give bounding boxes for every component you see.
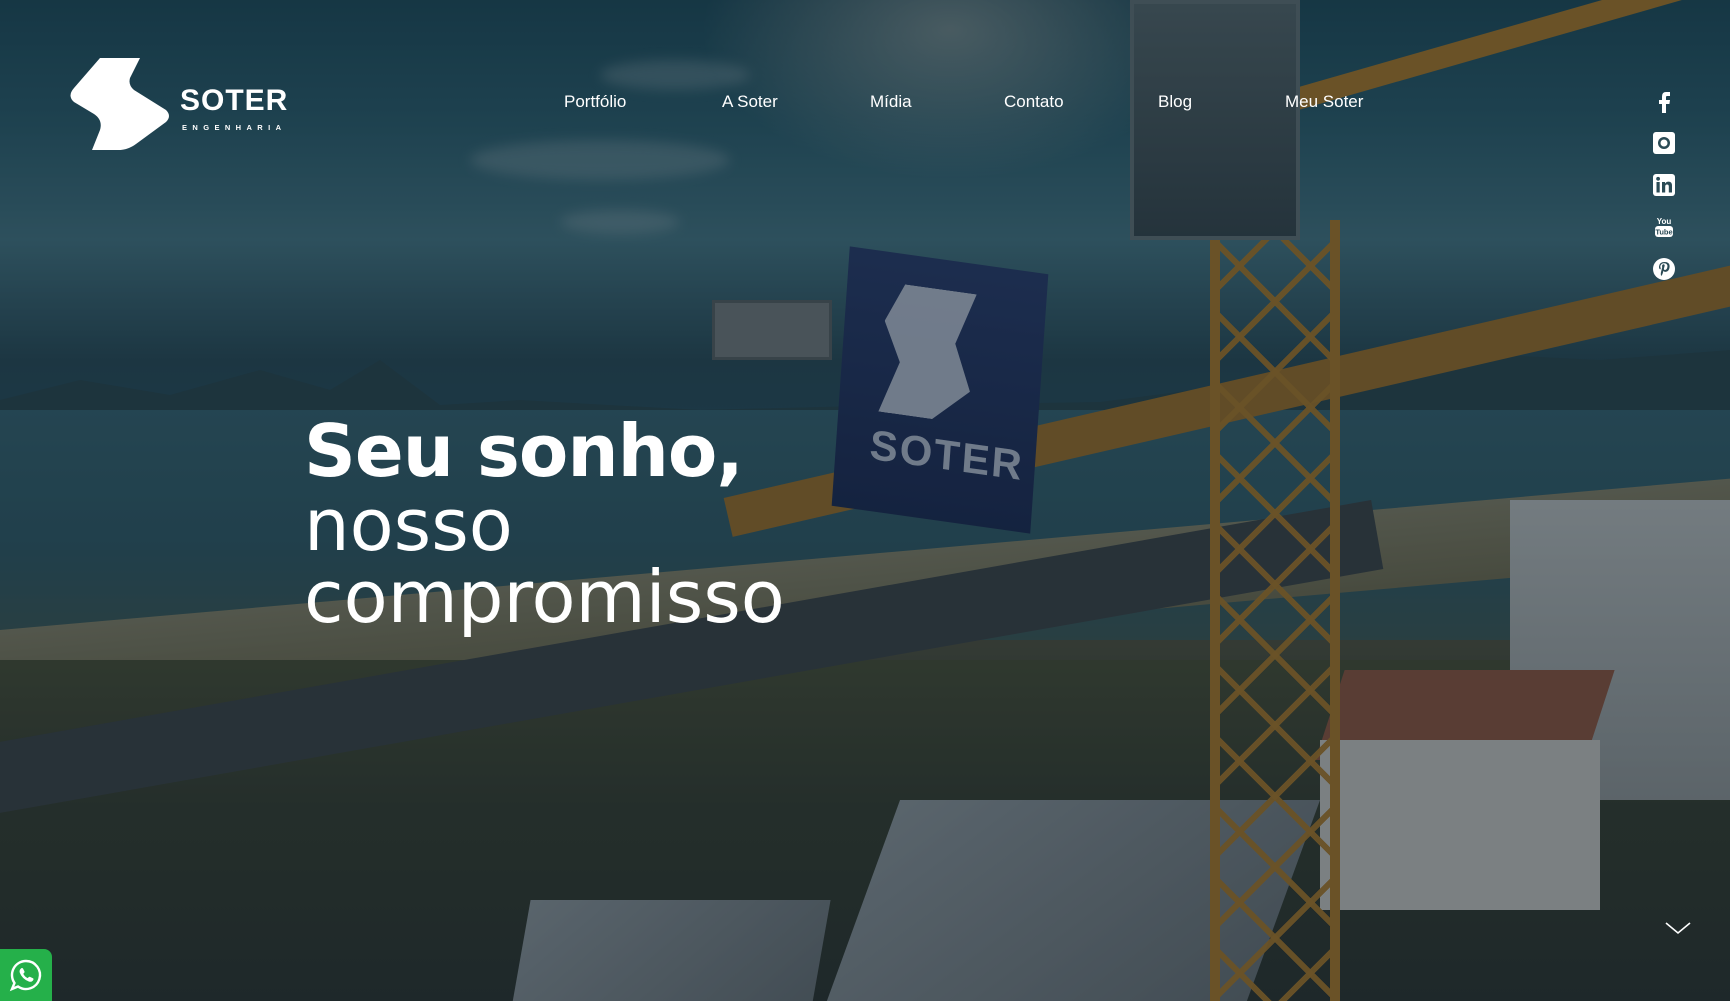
social-links: You Tube (1650, 88, 1678, 282)
headline-line-2: nosso (304, 483, 513, 567)
whatsapp-icon (9, 959, 42, 992)
hero-headline: Seu sonho, nosso compromisso (304, 415, 1004, 633)
whatsapp-button[interactable] (0, 949, 52, 1001)
nav-item-blog[interactable]: Blog (1158, 92, 1192, 112)
nav-item-meu-soter[interactable]: Meu Soter (1285, 92, 1363, 112)
nav-item-midia[interactable]: Mídia (870, 92, 912, 112)
chevron-down-icon[interactable] (1664, 918, 1692, 938)
nav-item-a-soter[interactable]: A Soter (722, 92, 778, 112)
headline-bold: Seu sonho, (304, 409, 744, 493)
main-nav: Portfólio A Soter Mídia Contato Blog Meu… (0, 92, 1730, 114)
pinterest-icon[interactable] (1651, 256, 1677, 282)
headline-line-3: compromisso (304, 555, 785, 639)
logo-subtitle: ENGENHARIA (182, 123, 287, 132)
nav-item-contato[interactable]: Contato (1004, 92, 1064, 112)
instagram-icon[interactable] (1651, 130, 1677, 156)
svg-text:Tube: Tube (1655, 228, 1672, 237)
linkedin-icon[interactable] (1651, 172, 1677, 198)
nav-item-portfolio[interactable]: Portfólio (564, 92, 626, 112)
svg-text:You: You (1657, 217, 1672, 226)
youtube-icon[interactable]: You Tube (1651, 214, 1677, 240)
facebook-icon[interactable] (1651, 88, 1677, 114)
